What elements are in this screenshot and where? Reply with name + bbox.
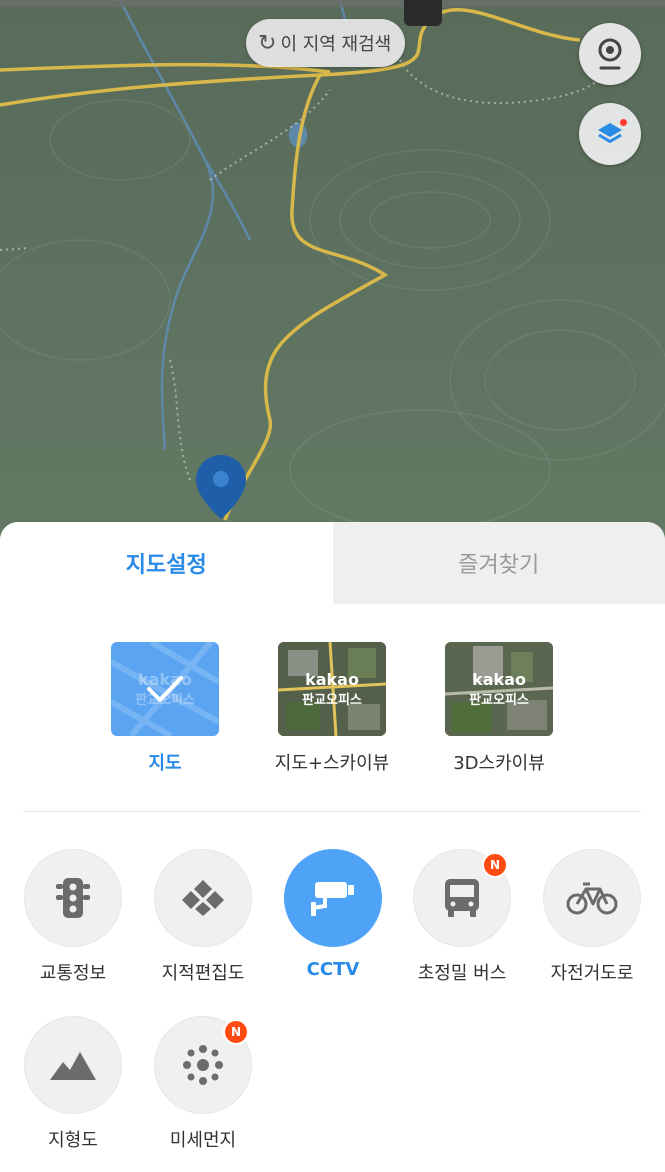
layer-label: 지형도	[48, 1130, 98, 1151]
bus-icon	[445, 879, 479, 917]
layer-bus[interactable]: N 초정밀 버스	[397, 849, 527, 985]
cctv-marker[interactable]	[404, 0, 442, 26]
check-icon	[147, 676, 183, 702]
thumb-watermark: kakao	[472, 670, 526, 689]
tab-favorites[interactable]: 즐겨찾기	[332, 522, 665, 604]
layer-toggle[interactable]: N	[413, 849, 511, 947]
terrain-map	[0, 0, 665, 531]
map-layer-button[interactable]	[579, 103, 641, 165]
layer-label: CCTV	[306, 959, 360, 980]
map-view[interactable]: ↻ 이 지역 재검색	[0, 0, 665, 560]
map-type-thumbnail: kakao 판교오피스	[278, 642, 386, 736]
layer-cadastral[interactable]: 지적편집도	[138, 849, 268, 985]
new-badge: N	[223, 1019, 249, 1045]
new-badge: N	[482, 852, 508, 878]
camera-icon	[598, 38, 622, 70]
research-area-button[interactable]: ↻ 이 지역 재검색	[246, 19, 406, 67]
layer-label: 미세먼지	[169, 1130, 237, 1151]
map-type-label: 3D스카이뷰	[453, 753, 545, 774]
section-divider	[23, 811, 641, 812]
layer-toggle[interactable]	[24, 849, 122, 947]
bicycle-icon	[566, 882, 618, 915]
layer-label: 자전거도로	[550, 963, 634, 984]
layer-cctv[interactable]: CCTV	[268, 849, 398, 980]
tab-map-settings[interactable]: 지도설정	[0, 522, 333, 604]
location-pin-icon[interactable]	[194, 453, 248, 527]
map-type-label: 지도+스카이뷰	[274, 753, 390, 774]
layer-label: 교통정보	[39, 963, 107, 984]
fine-dust-icon	[183, 1045, 223, 1085]
thumb-watermark-sub: 판교오피스	[302, 693, 362, 708]
layer-label: 초정밀 버스	[417, 963, 507, 984]
new-dot	[620, 119, 627, 126]
map-type-thumbnail: kakao 판교오피스	[445, 642, 553, 736]
layer-fine-dust[interactable]: N 미세먼지	[138, 1016, 268, 1152]
map-type-3d[interactable]: kakao 판교오피스 3D스카이뷰	[414, 642, 584, 775]
traffic-light-icon	[56, 878, 90, 918]
map-type-basic[interactable]: kakao 판교오피스 지도	[80, 642, 250, 775]
layer-toggle[interactable]	[24, 1016, 122, 1114]
cadastral-icon	[182, 880, 224, 916]
street-view-button[interactable]	[579, 23, 641, 85]
layer-terrain[interactable]: 지형도	[8, 1016, 138, 1152]
research-area-label: 이 지역 재검색	[280, 34, 392, 55]
map-type-label: 지도	[148, 753, 182, 774]
thumb-watermark: kakao	[305, 670, 359, 689]
layer-toggle[interactable]	[284, 849, 382, 947]
cctv-icon	[311, 882, 354, 916]
sheet-tabs: 지도설정 즐겨찾기	[0, 522, 665, 604]
terrain-icon	[50, 1052, 96, 1080]
status-bar-shadow	[0, 0, 665, 7]
layer-label: 지적편집도	[161, 963, 245, 984]
layer-toggle[interactable]: N	[154, 1016, 252, 1114]
layer-traffic[interactable]: 교통정보	[8, 849, 138, 985]
map-type-selector: kakao 판교오피스 지도 kakao 판교오피스 지도+스카이뷰 kakao…	[0, 604, 665, 809]
layer-toggle[interactable]	[543, 849, 641, 947]
map-settings-sheet: 지도설정 즐겨찾기 kakao 판교오피스 지도 kakao 판교오피스 지도+…	[0, 522, 665, 1172]
refresh-icon: ↻	[258, 30, 277, 56]
map-type-thumbnail: kakao 판교오피스	[111, 642, 219, 736]
layer-bicycle[interactable]: 자전거도로	[527, 849, 657, 985]
map-type-hybrid[interactable]: kakao 판교오피스 지도+스카이뷰	[247, 642, 417, 775]
thumb-watermark-sub: 판교오피스	[469, 693, 529, 708]
layer-toggle[interactable]	[154, 849, 252, 947]
